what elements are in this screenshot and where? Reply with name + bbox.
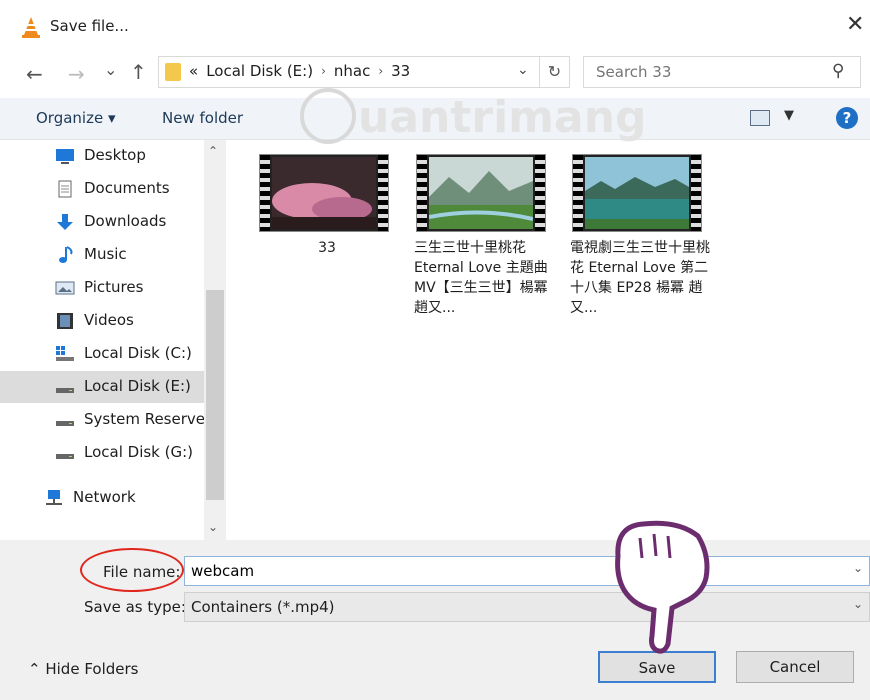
breadcrumb-overflow[interactable]: « <box>189 62 198 80</box>
sidebar-item-downloads[interactable]: Downloads <box>0 206 204 238</box>
drive-icon <box>56 421 74 426</box>
sidebar-item-label: Desktop <box>84 146 146 164</box>
sidebar-item-pictures[interactable]: Pictures <box>0 272 204 304</box>
save-as-type-select[interactable]: Containers (*.mp4) ⌄ <box>184 592 870 622</box>
file-name: 電視劇三生三世十里桃花 Eternal Love 第二十八集 EP28 楊冪 趙… <box>570 240 710 316</box>
video-thumbnail <box>572 154 702 232</box>
chevron-right-icon[interactable]: › <box>378 64 383 78</box>
cancel-button[interactable]: Cancel <box>736 651 854 683</box>
vlc-cone-icon <box>22 17 40 38</box>
video-thumbnail <box>416 154 546 232</box>
documents-icon <box>58 180 72 198</box>
scrollbar-thumb[interactable] <box>206 290 224 500</box>
save-as-type-label: Save as type: <box>84 598 186 616</box>
sidebar-item-label: Network <box>73 488 136 506</box>
organize-button[interactable]: Organize ▾ <box>36 109 116 127</box>
sidebar-item-local-disk-g[interactable]: Local Disk (G:) <box>0 437 204 469</box>
chevron-up-icon[interactable]: ⌃ <box>208 144 218 158</box>
up-button[interactable]: ↑ <box>130 60 147 84</box>
sidebar-item-music[interactable]: Music <box>0 239 204 271</box>
help-icon[interactable]: ? <box>836 107 858 129</box>
breadcrumb-33[interactable]: 33 <box>391 62 410 80</box>
file-name: 33 <box>318 240 336 256</box>
sidebar-item-local-disk-c[interactable]: Local Disk (C:) <box>0 338 204 370</box>
sidebar-item-label: Pictures <box>84 278 144 296</box>
sidebar-item-label: Local Disk (C:) <box>84 344 192 362</box>
sidebar-item-system-reserved[interactable]: System Reserved <box>0 404 204 436</box>
sidebar-item-label: Downloads <box>84 212 167 230</box>
chevron-down-icon[interactable]: ⌄ <box>208 520 218 534</box>
chevron-down-icon[interactable]: ⌄ <box>853 597 863 611</box>
file-list: 33 三生三世十里桃花 Eternal Love 主題曲MV【三生三世】楊冪 趙… <box>228 140 870 540</box>
sidebar-item-label: Local Disk (G:) <box>84 443 194 461</box>
sidebar-item-label: Videos <box>84 311 134 329</box>
drive-icon <box>56 388 74 393</box>
hide-folders-button[interactable]: ⌃ Hide Folders <box>28 660 139 678</box>
chevron-up-icon: ⌃ <box>28 660 41 678</box>
downloads-icon <box>57 214 73 230</box>
sidebar-item-label: Documents <box>84 179 170 197</box>
forward-button[interactable]: → <box>68 62 85 86</box>
save-as-type-value: Containers (*.mp4) <box>191 598 335 616</box>
close-icon[interactable]: ✕ <box>846 12 864 37</box>
sidebar-item-videos[interactable]: Videos <box>0 305 204 337</box>
videos-icon <box>57 313 73 329</box>
sidebar-item-documents[interactable]: Documents <box>0 173 204 205</box>
music-icon <box>59 246 73 263</box>
pointing-hand-icon <box>615 520 710 654</box>
title-bar: Save file... ✕ <box>0 0 870 52</box>
pictures-icon <box>55 281 75 295</box>
breadcrumb-local-disk-e[interactable]: Local Disk (E:) <box>206 62 313 80</box>
sidebar-item-label: Local Disk (E:) <box>84 377 191 395</box>
file-name: 三生三世十里桃花 Eternal Love 主題曲MV【三生三世】楊冪 趙又..… <box>414 240 548 316</box>
sidebar-scrollbar[interactable]: ⌃ ⌄ <box>204 140 226 540</box>
desktop-icon <box>56 149 74 164</box>
network-icon <box>46 490 62 505</box>
back-button[interactable]: ← <box>26 62 43 86</box>
search-icon[interactable]: ⚲ <box>832 61 844 81</box>
chevron-down-icon[interactable]: ⌄ <box>853 561 863 575</box>
sidebar-item-local-disk-e[interactable]: Local Disk (E:) <box>0 371 204 403</box>
file-name-input[interactable] <box>191 560 831 582</box>
file-name-field[interactable]: ⌄ <box>184 556 870 586</box>
sidebar-item-label: System Reserved <box>84 410 204 428</box>
recent-locations-icon[interactable]: ⌄ <box>104 60 117 79</box>
sidebar-item-desktop[interactable]: Desktop <box>0 140 204 172</box>
new-folder-button[interactable]: New folder <box>162 109 243 127</box>
highlight-ellipse <box>80 548 184 592</box>
navigation-pane: Desktop Documents Downloads Music Pictur… <box>0 140 228 540</box>
chevron-down-icon[interactable]: ⌄ <box>517 62 529 78</box>
window-title: Save file... <box>50 17 129 35</box>
sidebar-item-network[interactable]: Network <box>0 482 204 514</box>
system-drive-icon <box>56 346 74 361</box>
svg-text:uantrimang: uantrimang <box>358 92 647 143</box>
view-dropdown-icon[interactable]: ▼ <box>784 108 794 123</box>
video-thumbnail <box>259 154 389 232</box>
view-options-icon[interactable] <box>750 110 770 126</box>
hide-folders-label: Hide Folders <box>45 660 139 678</box>
folder-icon <box>165 63 181 81</box>
sidebar-item-label: Music <box>84 245 127 263</box>
breadcrumb-nhac[interactable]: nhac <box>334 62 370 80</box>
chevron-right-icon[interactable]: › <box>321 64 326 78</box>
drive-icon <box>56 454 74 459</box>
